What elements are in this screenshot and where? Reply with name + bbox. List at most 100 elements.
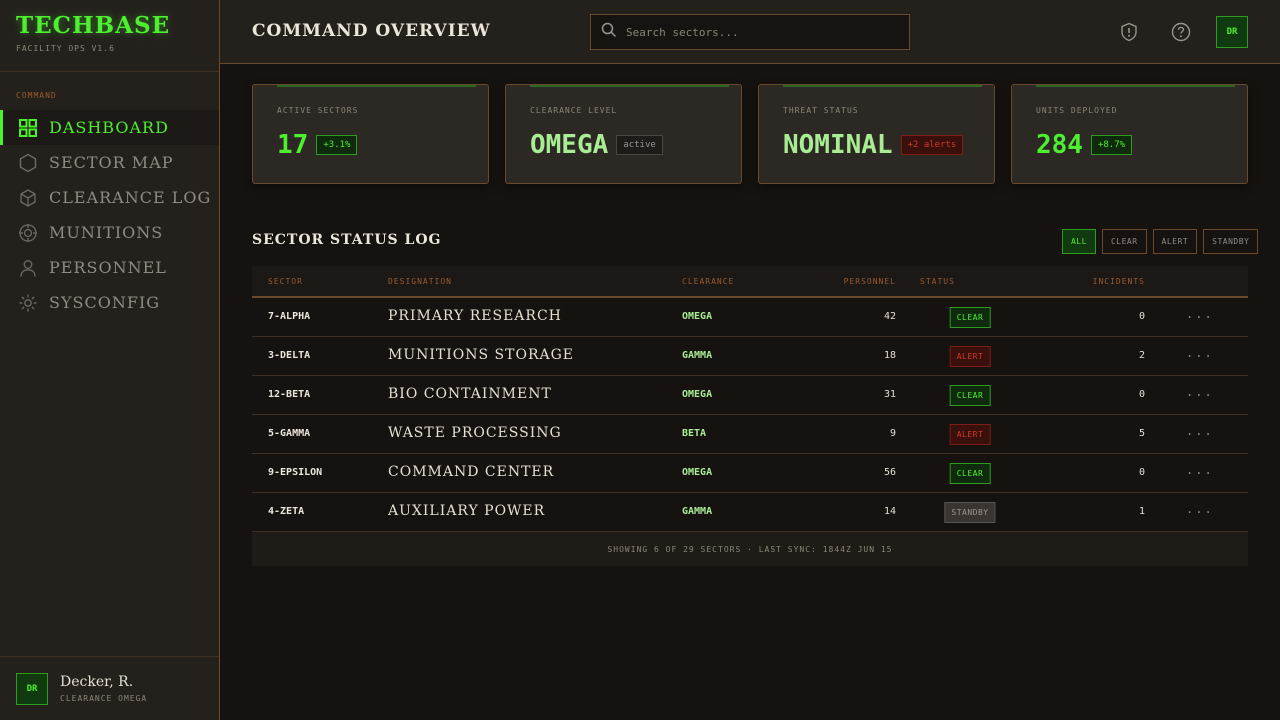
alert-shield-icon[interactable]	[1118, 21, 1140, 43]
cell-sector: 9-EPSILON	[268, 467, 323, 478]
stat-card-units-deployed: UNITS DEPLOYED 284 +8.7%	[1011, 84, 1248, 184]
sidebar-nav: DASHBOARD SECTOR MAP CLEARANCE LOG MUNIT…	[0, 110, 219, 320]
table-row[interactable]: 9-EPSILON COMMAND CENTER OMEGA 56 CLEAR …	[252, 454, 1248, 493]
header-avatar[interactable]: DR	[1216, 16, 1248, 48]
cell-clearance: OMEGA	[682, 311, 713, 322]
stat-alert-badge: +2 alerts	[900, 135, 964, 155]
stat-label: UNITS DEPLOYED	[1036, 106, 1118, 115]
cell-clearance: OMEGA	[682, 389, 713, 400]
table-row[interactable]: 7-ALPHA PRIMARY RESEARCH OMEGA 42 CLEAR …	[252, 298, 1248, 337]
sidebar-item-munitions[interactable]: MUNITIONS	[0, 215, 219, 250]
sidebar-item-clearance-log[interactable]: CLEARANCE LOG	[0, 180, 219, 215]
cell-clearance: GAMMA	[682, 506, 713, 517]
stat-label: ACTIVE SECTORS	[277, 106, 359, 115]
cell-designation: AUXILIARY POWER	[388, 503, 546, 519]
cell-personnel: 56	[883, 467, 896, 478]
stat-card-threat-status: THREAT STATUS NOMINAL +2 alerts	[758, 84, 995, 184]
row-menu-icon[interactable]: ...	[1186, 502, 1214, 516]
status-filter-group: ALL CLEAR ALERT STANDBY	[1062, 229, 1259, 254]
sector-status-table: SECTOR DESIGNATION CLEARANCE PERSONNEL S…	[252, 266, 1248, 566]
stat-value: OMEGA	[530, 130, 609, 160]
stat-value: NOMINAL	[783, 130, 893, 160]
sidebar-item-sector-map[interactable]: SECTOR MAP	[0, 145, 219, 180]
status-badge: CLEAR	[949, 307, 991, 328]
row-menu-icon[interactable]: ...	[1186, 385, 1214, 399]
sidebar-item-personnel[interactable]: PERSONNEL	[0, 250, 219, 285]
sidebar-item-label: MUNITIONS	[49, 223, 164, 242]
topbar: COMMAND OVERVIEW DR	[220, 0, 1280, 64]
column-header-designation[interactable]: DESIGNATION	[388, 277, 452, 286]
stat-label: THREAT STATUS	[783, 106, 859, 115]
user-profile[interactable]: DR Decker, R. CLEARANCE OMEGA	[0, 656, 219, 720]
cell-clearance: OMEGA	[682, 467, 713, 478]
gear-icon	[18, 293, 38, 313]
cell-sector: 7-ALPHA	[268, 311, 311, 322]
stat-status-badge: active	[616, 135, 663, 155]
hexagon-icon	[18, 153, 38, 173]
column-header-status[interactable]: STATUS	[920, 277, 955, 286]
stat-card-clearance-level: CLEARANCE LEVEL OMEGA active	[505, 84, 742, 184]
status-badge: STANDBY	[944, 502, 996, 523]
column-header-incidents[interactable]: INCIDENTS	[1093, 277, 1145, 286]
status-badge: ALERT	[949, 424, 991, 445]
user-clearance: CLEARANCE OMEGA	[60, 694, 148, 703]
cell-designation: BIO CONTAINMENT	[388, 386, 552, 402]
cell-designation: MUNITIONS STORAGE	[388, 347, 575, 363]
section-title: SECTOR STATUS LOG	[252, 232, 442, 248]
sidebar-item-sysconfig[interactable]: SYSCONFIG	[0, 285, 219, 320]
stat-delta-badge: +3.1%	[316, 135, 358, 155]
help-icon[interactable]	[1170, 21, 1192, 43]
stat-value: 284	[1036, 130, 1083, 160]
cell-incidents: 0	[1138, 467, 1145, 478]
stat-delta-badge: +8.7%	[1090, 135, 1133, 155]
filter-clear-button[interactable]: CLEAR	[1101, 229, 1147, 254]
user-name: Decker, R.	[60, 674, 134, 690]
stat-value: 17	[277, 130, 309, 160]
filter-all-button[interactable]: ALL	[1062, 229, 1096, 254]
status-badge: ALERT	[949, 346, 991, 367]
brand-version: FACILITY OPS V1.6	[16, 44, 115, 53]
cell-personnel: 9	[889, 428, 896, 439]
table-row[interactable]: 5-GAMMA WASTE PROCESSING BETA 9 ALERT 5 …	[252, 415, 1248, 454]
table-row[interactable]: 4-ZETA AUXILIARY POWER GAMMA 14 STANDBY …	[252, 493, 1248, 532]
sidebar-item-label: PERSONNEL	[49, 258, 167, 277]
column-header-sector[interactable]: SECTOR	[268, 277, 303, 286]
cell-designation: COMMAND CENTER	[388, 464, 555, 480]
cell-incidents: 2	[1138, 350, 1145, 361]
table-row[interactable]: 12-BETA BIO CONTAINMENT OMEGA 31 CLEAR 0…	[252, 376, 1248, 415]
cell-personnel: 18	[883, 350, 896, 361]
status-badge: CLEAR	[949, 463, 991, 484]
nav-section-label: COMMAND	[16, 91, 57, 100]
cube-icon	[18, 188, 38, 208]
sidebar: TECHBASE FACILITY OPS V1.6 COMMAND DASHB…	[0, 0, 220, 720]
cell-sector: 3-DELTA	[268, 350, 311, 361]
table-footer: SHOWING 6 OF 29 SECTORS · LAST SYNC: 184…	[252, 532, 1248, 566]
search-icon	[601, 22, 617, 42]
avatar[interactable]: DR	[16, 672, 48, 705]
filter-alert-button[interactable]: ALERT	[1152, 229, 1198, 254]
filter-standby-button[interactable]: STANDBY	[1203, 229, 1259, 254]
cell-incidents: 0	[1138, 311, 1145, 322]
row-menu-icon[interactable]: ...	[1186, 424, 1214, 438]
table-header: SECTOR DESIGNATION CLEARANCE PERSONNEL S…	[252, 266, 1248, 298]
cell-clearance: BETA	[682, 428, 707, 439]
table-row[interactable]: 3-DELTA MUNITIONS STORAGE GAMMA 18 ALERT…	[252, 337, 1248, 376]
cell-designation: PRIMARY RESEARCH	[388, 308, 562, 324]
column-header-clearance[interactable]: CLEARANCE	[682, 277, 734, 286]
search-bar[interactable]	[590, 14, 910, 50]
cell-personnel: 14	[883, 506, 896, 517]
cell-sector: 5-GAMMA	[268, 428, 311, 439]
search-input[interactable]	[626, 25, 886, 39]
row-menu-icon[interactable]: ...	[1186, 307, 1214, 321]
brand-logo-text[interactable]: TECHBASE	[16, 12, 203, 39]
column-header-personnel[interactable]: PERSONNEL	[844, 277, 896, 286]
row-menu-icon[interactable]: ...	[1186, 463, 1214, 477]
row-menu-icon[interactable]: ...	[1186, 346, 1214, 360]
stat-label: CLEARANCE LEVEL	[530, 106, 618, 115]
sidebar-item-dashboard[interactable]: DASHBOARD	[0, 110, 219, 145]
status-badge: CLEAR	[949, 385, 991, 406]
grid-icon	[18, 118, 38, 138]
user-info: Decker, R. CLEARANCE OMEGA	[60, 674, 147, 703]
cell-incidents: 0	[1138, 389, 1145, 400]
cell-sector: 4-ZETA	[268, 506, 305, 517]
